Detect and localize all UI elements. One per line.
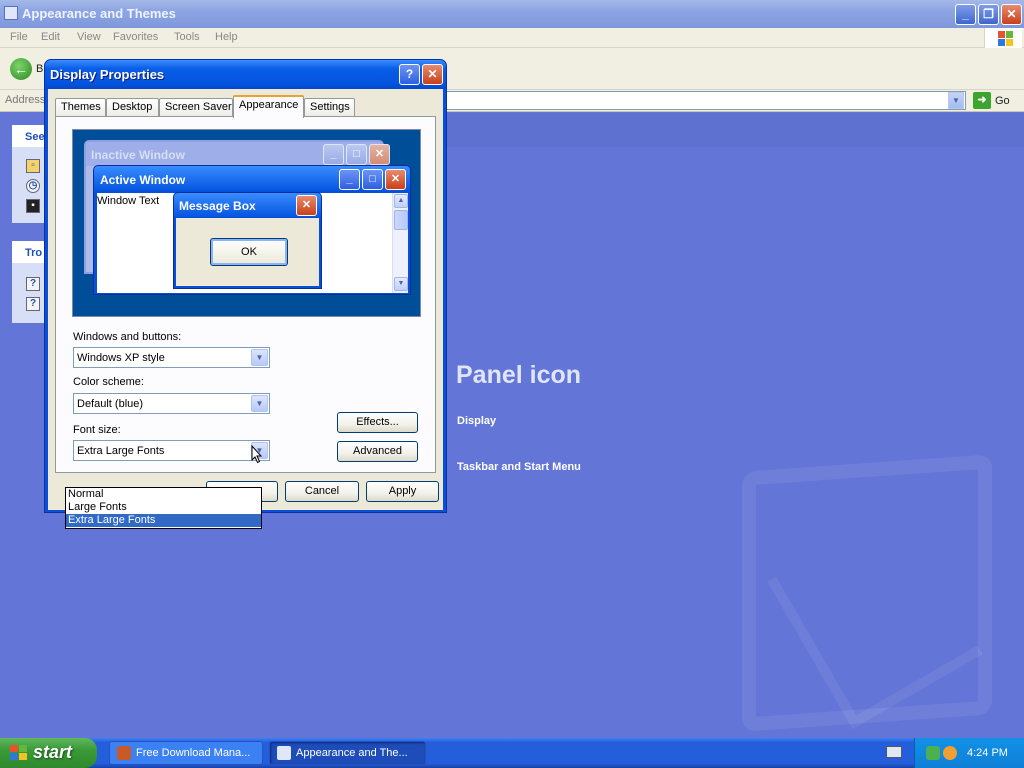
message-box-close-icon: ✕ bbox=[296, 195, 317, 216]
close-button[interactable]: ✕ bbox=[1001, 4, 1022, 25]
display-icon[interactable]: ▪ bbox=[26, 199, 40, 213]
font-size-option-large[interactable]: Large Fonts bbox=[66, 501, 261, 514]
advanced-button[interactable]: Advanced bbox=[337, 441, 418, 462]
address-dropdown-arrow-icon[interactable]: ▼ bbox=[948, 92, 964, 109]
dialog-title: Display Properties bbox=[50, 67, 165, 82]
minimize-button[interactable]: _ bbox=[955, 4, 976, 25]
menu-tools[interactable]: Tools bbox=[174, 31, 200, 43]
menu-edit[interactable]: Edit bbox=[41, 31, 60, 43]
chevron-down-icon[interactable]: ▼ bbox=[251, 395, 268, 412]
mouse-cursor-icon bbox=[251, 445, 263, 464]
active-minimize-icon: _ bbox=[339, 169, 360, 190]
effects-button[interactable]: Effects... bbox=[337, 412, 418, 433]
control-panel-icon bbox=[277, 746, 291, 760]
font-size-dropdown-list[interactable]: Normal Large Fonts Extra Large Fonts bbox=[65, 487, 262, 529]
tab-desktop[interactable]: Desktop bbox=[106, 98, 159, 117]
color-scheme-select[interactable]: Default (blue) ▼ bbox=[73, 393, 270, 414]
apply-button[interactable]: Apply bbox=[366, 481, 439, 502]
taskbar-button-download-manager[interactable]: Free Download Mana... bbox=[109, 741, 263, 765]
see-also-header[interactable]: See bbox=[12, 125, 46, 147]
color-scheme-label: Color scheme: bbox=[73, 376, 144, 388]
help-button[interactable]: ? bbox=[399, 64, 420, 85]
task-label: Appearance and The... bbox=[296, 747, 408, 759]
cancel-button[interactable]: Cancel bbox=[285, 481, 359, 502]
help-question-icon-2[interactable]: ? bbox=[26, 297, 40, 311]
dialog-title-bar[interactable]: Display Properties ? ✕ bbox=[45, 60, 446, 89]
inactive-close-icon: ✕ bbox=[369, 144, 390, 165]
system-tray: 4:24 PM bbox=[914, 738, 1024, 768]
troubleshooters-header[interactable]: Tro bbox=[12, 241, 46, 263]
tab-settings[interactable]: Settings bbox=[304, 98, 355, 117]
back-arrow-icon[interactable]: ← bbox=[10, 58, 32, 80]
font-size-option-extra-large[interactable]: Extra Large Fonts bbox=[66, 514, 261, 527]
menu-favorites[interactable]: Favorites bbox=[113, 31, 158, 43]
font-size-value: Extra Large Fonts bbox=[77, 445, 165, 457]
menu-view[interactable]: View bbox=[77, 31, 101, 43]
display-properties-dialog: Display Properties ? ✕ Themes Desktop Sc… bbox=[44, 59, 447, 529]
start-label: start bbox=[33, 742, 73, 762]
content-header-band bbox=[446, 113, 1024, 147]
font-size-option-normal[interactable]: Normal bbox=[66, 488, 261, 501]
taskbar: start Free Download Mana... Appearance a… bbox=[0, 738, 1024, 768]
address-label: Address bbox=[5, 94, 46, 106]
start-button[interactable]: start bbox=[0, 738, 97, 768]
dialog-body: Themes Desktop Screen Saver Appearance S… bbox=[48, 89, 443, 529]
windows-buttons-value: Windows XP style bbox=[77, 352, 165, 364]
restore-button[interactable]: ❐ bbox=[978, 4, 999, 25]
clock[interactable]: 4:24 PM bbox=[967, 747, 1008, 759]
scroll-thumb bbox=[394, 210, 408, 230]
menu-help[interactable]: Help bbox=[215, 31, 238, 43]
back-button-label[interactable]: B bbox=[36, 63, 43, 75]
main-window-title: Appearance and Themes bbox=[22, 6, 176, 21]
windows-buttons-select[interactable]: Windows XP style ▼ bbox=[73, 347, 270, 368]
preview-message-box: Message Box ✕ OK bbox=[173, 192, 322, 289]
tab-screen-saver[interactable]: Screen Saver bbox=[159, 98, 233, 117]
active-close-icon: ✕ bbox=[385, 169, 406, 190]
tab-themes[interactable]: Themes bbox=[55, 98, 106, 117]
message-box-client: OK bbox=[176, 218, 319, 286]
panel-icon-heading: Panel icon bbox=[456, 361, 582, 389]
appearance-preview: Inactive Window _ □ ✕ Active Window _ □ … bbox=[72, 129, 421, 317]
scroll-down-icon: ▼ bbox=[394, 277, 408, 291]
font-size-select[interactable]: Extra Large Fonts ▼ bbox=[73, 440, 270, 461]
taskbar-button-appearance-themes[interactable]: Appearance and The... bbox=[269, 741, 426, 765]
dialog-close-button[interactable]: ✕ bbox=[422, 64, 443, 85]
inactive-minimize-icon: _ bbox=[323, 144, 344, 165]
address-input[interactable] bbox=[446, 91, 966, 110]
clock-icon[interactable]: ◷ bbox=[26, 179, 40, 193]
taskbar-start-menu-link[interactable]: Taskbar and Start Menu bbox=[457, 461, 581, 473]
troubleshooters-panel: Tro ? ? bbox=[12, 241, 46, 323]
scroll-up-icon: ▲ bbox=[394, 194, 408, 208]
see-also-panel: See ▫ ◷ ▪ bbox=[12, 125, 46, 223]
help-question-icon[interactable]: ? bbox=[26, 277, 40, 291]
network-tray-icon[interactable] bbox=[926, 746, 940, 760]
preview-scrollbar: ▲ ▼ bbox=[392, 193, 408, 293]
menu-file[interactable]: File bbox=[10, 31, 28, 43]
download-manager-icon bbox=[117, 746, 131, 760]
folder-app-icon bbox=[4, 6, 18, 20]
menu-bar: File Edit View Favorites Tools Help bbox=[0, 28, 1024, 48]
inactive-maximize-icon: □ bbox=[346, 144, 367, 165]
folder-icon[interactable]: ▫ bbox=[26, 159, 40, 173]
search-tray-icon[interactable] bbox=[943, 746, 957, 760]
tab-appearance[interactable]: Appearance bbox=[233, 95, 304, 118]
display-link[interactable]: Display bbox=[457, 415, 496, 427]
main-title-bar[interactable]: Appearance and Themes _ ❐ ✕ bbox=[0, 0, 1024, 28]
windows-logo-icon bbox=[10, 745, 28, 761]
keyboard-tray-icon[interactable] bbox=[886, 746, 902, 758]
task-label: Free Download Mana... bbox=[136, 747, 251, 759]
active-maximize-icon: □ bbox=[362, 169, 383, 190]
go-button-label[interactable]: Go bbox=[995, 95, 1010, 107]
chevron-down-icon[interactable]: ▼ bbox=[251, 349, 268, 366]
appearance-tab-pane: Inactive Window _ □ ✕ Active Window _ □ … bbox=[55, 116, 436, 473]
window-text-sample: Window Text bbox=[97, 195, 160, 207]
font-size-label: Font size: bbox=[73, 424, 121, 436]
go-arrow-icon[interactable]: ➜ bbox=[973, 92, 991, 109]
color-scheme-value: Default (blue) bbox=[77, 398, 144, 410]
windows-buttons-label: Windows and buttons: bbox=[73, 331, 182, 343]
windows-flag-icon bbox=[984, 28, 1022, 48]
preview-ok-button: OK bbox=[210, 238, 288, 266]
